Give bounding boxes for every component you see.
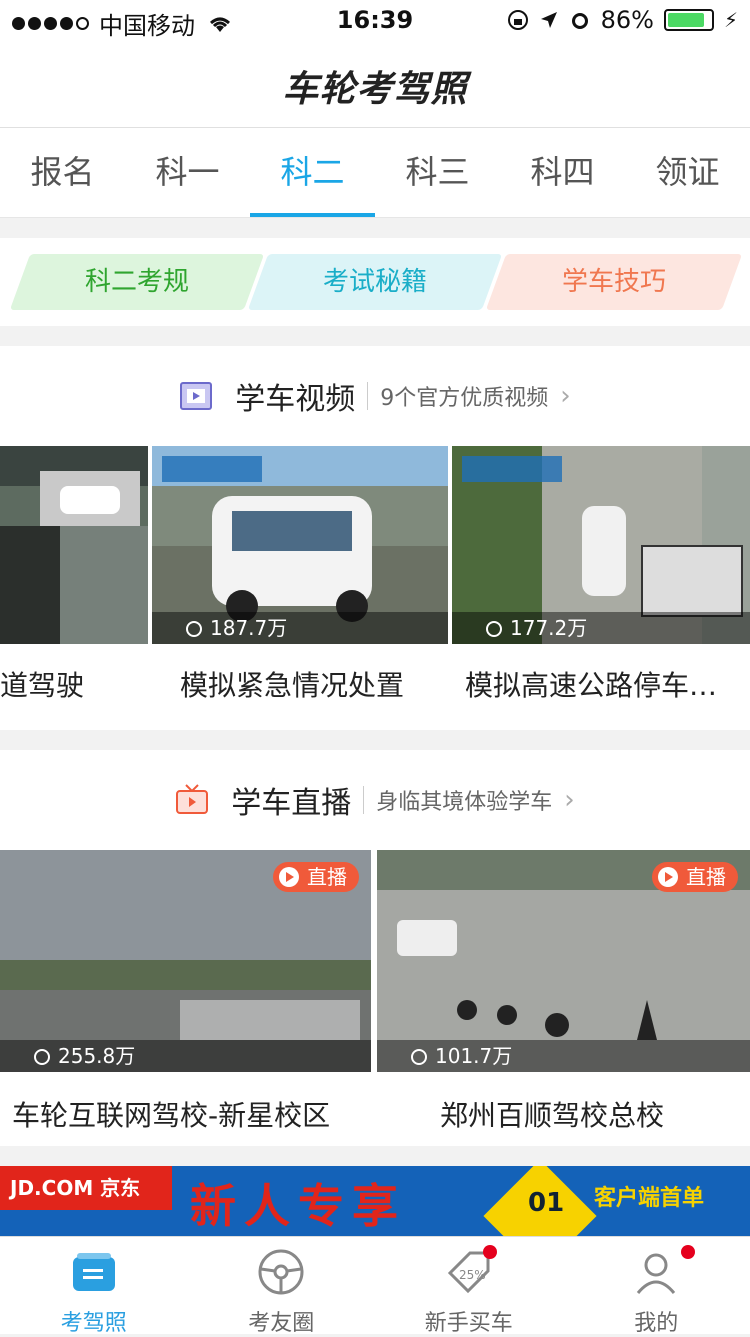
person-icon	[411, 1049, 427, 1065]
bottom-tab-mine[interactable]: 我的	[563, 1237, 750, 1334]
alarm-icon	[569, 9, 591, 31]
video-title[interactable]: 模拟高速公路停车…	[465, 664, 745, 704]
live-title[interactable]: 郑州百顺驾校总校	[440, 1094, 740, 1134]
app-header: 车轮考驾照	[0, 40, 750, 128]
live-section-title: 学车直播	[231, 778, 351, 822]
bottom-tab-kaoyouquan[interactable]: 考友圈	[188, 1237, 376, 1334]
view-count: 177.2万	[452, 612, 750, 644]
tv-icon	[175, 783, 209, 817]
location-icon	[539, 10, 559, 30]
bottom-tab-label: 新手买车	[375, 1305, 563, 1337]
live-section-subtitle: 身临其境体验学车	[376, 784, 552, 816]
video-thumbnail[interactable]	[0, 446, 148, 644]
notification-dot	[483, 1245, 497, 1259]
video-section: 学车视频 9个官方优质视频 › 187.7万 177.2万 道驾驶 模拟紧急情况…	[0, 346, 750, 730]
view-count: 187.7万	[152, 612, 448, 644]
license-card-icon	[69, 1247, 119, 1297]
live-badge: 直播	[652, 862, 738, 892]
event-number: 01	[528, 1188, 564, 1218]
tab-ke3[interactable]: 科三	[375, 128, 500, 217]
video-section-subtitle: 9个官方优质视频	[380, 380, 548, 412]
view-count: 101.7万	[377, 1040, 750, 1072]
live-title[interactable]: 车轮互联网驾校-新星校区	[12, 1094, 372, 1134]
bottom-tab-label: 考驾照	[0, 1305, 188, 1337]
bottom-tab-label: 考友圈	[188, 1305, 376, 1337]
live-thumbnail[interactable]: 直播 101.7万	[377, 850, 750, 1072]
live-badge: 直播	[273, 862, 359, 892]
view-count: 255.8万	[0, 1040, 371, 1072]
person-icon	[186, 621, 202, 637]
video-thumbnail-image	[0, 446, 148, 644]
bottom-tab-bar: 考驾照 考友圈 25% 新手买车 我的	[0, 1236, 750, 1334]
divider	[367, 382, 368, 410]
bottom-tab-kaojiazhao[interactable]: 考驾照	[0, 1237, 188, 1334]
live-thumbnail[interactable]: 直播 255.8万	[0, 850, 371, 1072]
notification-dot	[681, 1245, 695, 1259]
jd-logo: JD.COM 京东	[0, 1166, 172, 1210]
subject-tabs: 报名 科一 科二 科三 科四 领证	[0, 128, 750, 218]
live-section-header[interactable]: 学车直播 身临其境体验学车 ›	[0, 780, 750, 820]
video-title[interactable]: 道驾驶	[0, 664, 148, 704]
tab-baoming[interactable]: 报名	[0, 128, 125, 217]
exam-rules-button[interactable]: 科二考规	[10, 254, 264, 310]
video-title[interactable]: 模拟紧急情况处置	[180, 664, 440, 704]
svg-text:25%: 25%	[459, 1268, 486, 1282]
battery-icon	[664, 9, 714, 31]
app-logo: 车轮考驾照	[0, 60, 750, 112]
battery-percent: 86%	[601, 6, 654, 34]
bottom-tab-label: 我的	[563, 1305, 750, 1337]
quick-links: 科二考规 考试秘籍 学车技巧	[0, 238, 750, 326]
banner-promo: 客户端首单	[594, 1180, 704, 1212]
charging-icon: ⚡	[724, 8, 738, 32]
person-icon	[34, 1049, 50, 1065]
profile-icon	[631, 1247, 681, 1297]
video-section-title: 学车视频	[235, 374, 355, 418]
live-section: 学车直播 身临其境体验学车 › 直播 255.8万 直播 101.7万 车轮互联…	[0, 750, 750, 1146]
banner-headline: 新人专享	[190, 1170, 406, 1236]
chevron-right-icon: ›	[564, 785, 574, 815]
video-icon	[179, 379, 213, 413]
video-section-header[interactable]: 学车视频 9个官方优质视频 ›	[0, 376, 750, 416]
exam-tips-button[interactable]: 考试秘籍	[248, 254, 502, 310]
bottom-tab-buy-car[interactable]: 25% 新手买车	[375, 1237, 563, 1334]
driving-skills-button[interactable]: 学车技巧	[486, 254, 742, 310]
tab-ke1[interactable]: 科一	[125, 128, 250, 217]
video-thumbnail[interactable]: 177.2万	[452, 446, 750, 644]
tab-lingzheng[interactable]: 领证	[625, 128, 750, 217]
tab-ke2[interactable]: 科二	[250, 128, 375, 217]
person-icon	[486, 621, 502, 637]
divider	[363, 786, 364, 814]
video-thumbnail[interactable]: 187.7万	[152, 446, 448, 644]
steering-wheel-icon	[256, 1247, 306, 1297]
tab-ke4[interactable]: 科四	[500, 128, 625, 217]
ad-banner[interactable]: JD.COM 京东 新人专享 01 客户端首单	[0, 1166, 750, 1236]
status-bar: 中国移动 16:39 86% ⚡	[0, 0, 750, 40]
chevron-right-icon: ›	[560, 381, 570, 411]
rotation-lock-icon	[507, 9, 529, 31]
